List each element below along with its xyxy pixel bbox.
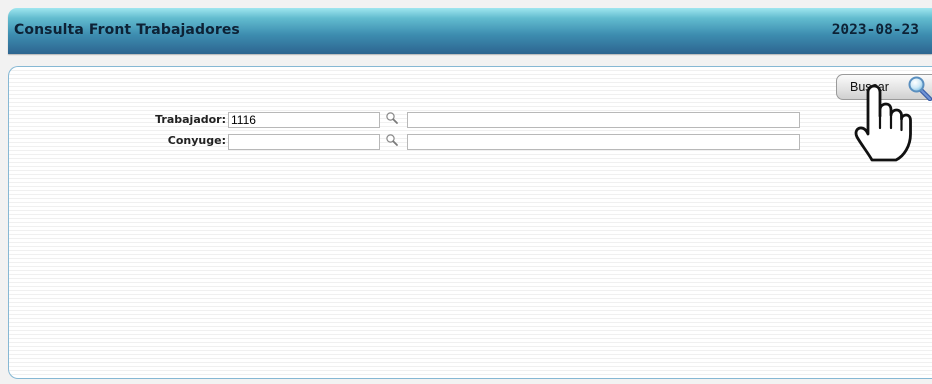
- trabajador-name-input[interactable]: [407, 112, 800, 128]
- current-date: 2023-08-23: [831, 22, 919, 38]
- conyuge-lookup-icon[interactable]: [385, 133, 399, 147]
- title-bar: Consulta Front Trabajadores 2023-08-23: [8, 8, 932, 54]
- conyuge-label: Conyuge:: [167, 134, 226, 147]
- page-title: Consulta Front Trabajadores: [14, 22, 240, 38]
- conyuge-name-input[interactable]: [407, 134, 800, 150]
- trabajador-lookup-icon[interactable]: [385, 111, 399, 125]
- trabajador-label: Trabajador:: [155, 113, 226, 126]
- page: Consulta Front Trabajadores 2023-08-23 B…: [0, 0, 932, 384]
- magnifier-icon: [908, 76, 932, 101]
- trabajador-code-input[interactable]: [228, 112, 380, 128]
- conyuge-code-input[interactable]: [228, 134, 380, 150]
- search-button-label: Buscar: [850, 80, 889, 94]
- search-button[interactable]: Buscar: [836, 74, 932, 101]
